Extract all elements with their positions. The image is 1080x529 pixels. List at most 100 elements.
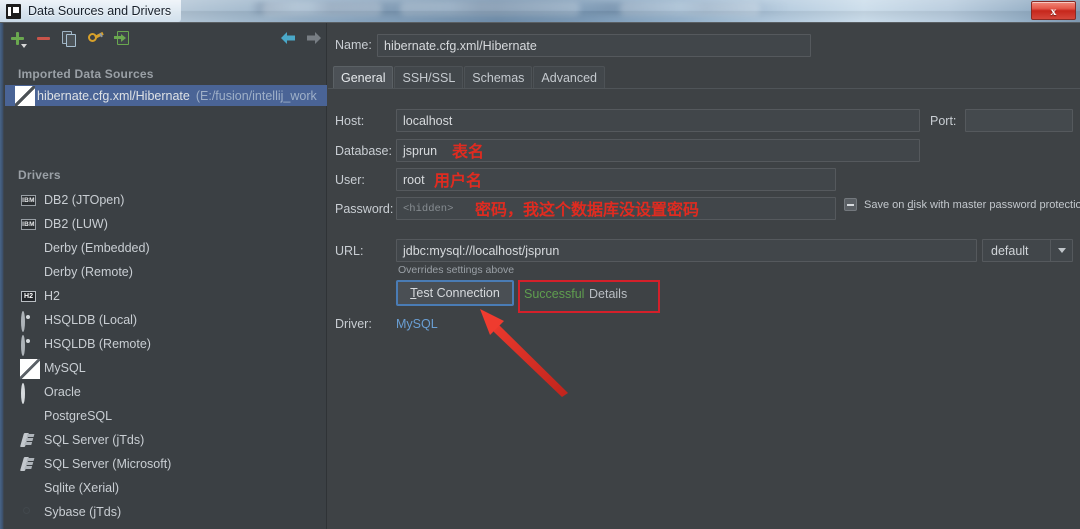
save-on-disk-checkbox-row[interactable]: Save on disk with master password protec… <box>844 198 1080 211</box>
wrench-key-icon <box>87 31 104 45</box>
sybase-icon <box>21 505 36 520</box>
plus-icon <box>10 31 27 48</box>
driver-label: Derby (Remote) <box>44 265 133 279</box>
port-label: Port: <box>930 114 957 128</box>
driver-row-sybase-jtds[interactable]: Sybase (jTds) <box>5 500 327 524</box>
data-sources-and-drivers-window: Data Sources and Drivers x Imported Data… <box>0 0 1080 529</box>
driver-row-sqlserver-jtds[interactable]: SQL Server (jTds) <box>5 428 327 452</box>
password-placeholder: <hidden> <box>403 202 454 215</box>
add-data-source-button[interactable] <box>4 26 30 50</box>
password-label: Password: <box>335 202 394 216</box>
name-input[interactable]: hibernate.cfg.xml/Hibernate <box>377 34 811 57</box>
driver-row-db2-luw[interactable]: IBM DB2 (LUW) <box>5 212 327 236</box>
driver-properties-button[interactable] <box>82 26 108 50</box>
postgresql-icon <box>21 409 36 424</box>
tab-schemas[interactable]: Schemas <box>464 66 533 88</box>
window-titlebar: Data Sources and Drivers x <box>0 0 1080 22</box>
duplicate-data-source-button[interactable] <box>56 26 82 50</box>
mysql-icon <box>21 359 36 379</box>
hsqldb-icon <box>21 334 36 356</box>
driver-label: DB2 (LUW) <box>44 217 108 231</box>
sidebar-toolbar <box>4 25 327 51</box>
test-connection-details-link[interactable]: Details <box>589 287 627 301</box>
driver-label: H2 <box>44 289 60 303</box>
driver-label: HSQLDB (Remote) <box>44 337 151 351</box>
host-input[interactable]: localhost <box>396 109 920 132</box>
drivers-section-label: Drivers <box>18 168 61 182</box>
url-input[interactable]: jdbc:mysql://localhost/jsprun <box>396 239 977 262</box>
window-title-chip: Data Sources and Drivers <box>0 0 182 22</box>
driver-label: DB2 (JTOpen) <box>44 193 125 207</box>
driver-label: Oracle <box>44 385 81 399</box>
test-connection-status: Successful <box>524 287 585 301</box>
database-label: Database: <box>335 144 392 158</box>
driver-row-postgresql[interactable]: PostgreSQL <box>5 404 327 428</box>
url-preset-dropdown-button[interactable] <box>1051 240 1072 261</box>
tab-label: Advanced <box>541 70 598 85</box>
test-connection-label-rest: est Connection <box>416 286 500 300</box>
settings-panel: Name: hibernate.cfg.xml/Hibernate Genera… <box>328 23 1080 529</box>
save-on-disk-label: Save on disk with master password protec… <box>864 199 1080 211</box>
driver-label: Driver: <box>335 317 372 331</box>
password-input[interactable]: <hidden> <box>396 197 836 220</box>
tab-advanced[interactable]: Advanced <box>533 66 606 88</box>
database-input[interactable]: jsprun <box>396 139 920 162</box>
user-input-value: root <box>403 172 425 187</box>
driver-row-hsqldb-local[interactable]: HSQLDB (Local) <box>5 308 327 332</box>
dialog-body: Imported Data Sources hibernate.cfg.xml/… <box>0 22 1080 529</box>
mysql-data-source-icon <box>16 87 31 106</box>
database-input-value: jsprun <box>403 143 438 158</box>
close-button[interactable]: x <box>1031 1 1076 20</box>
name-label: Name: <box>335 38 372 52</box>
derby-icon <box>21 265 36 280</box>
data-source-row-hibernate[interactable]: hibernate.cfg.xml/Hibernate (E:/fusion/i… <box>5 85 327 106</box>
driver-row-h2[interactable]: H2 H2 <box>5 284 327 308</box>
import-arrow-icon <box>113 31 129 45</box>
driver-row-sybase-native[interactable]: Sybase (Native) <box>5 524 327 529</box>
settings-tabs: General SSH/SSL Schemas Advanced <box>333 66 606 88</box>
url-input-value: jdbc:mysql://localhost/jsprun <box>403 243 560 258</box>
driver-row-sqlserver-microsoft[interactable]: SQL Server (Microsoft) <box>5 452 327 476</box>
driver-label: Sqlite (Xerial) <box>44 481 120 495</box>
url-label: URL: <box>335 244 364 258</box>
driver-value-link[interactable]: MySQL <box>396 317 438 331</box>
save-label-pre: Save on <box>864 198 908 211</box>
test-connection-label: Test Connection <box>410 286 500 300</box>
tab-label: SSH/SSL <box>402 70 456 85</box>
sidebar-left-edge <box>0 23 4 529</box>
tab-ssh-ssl[interactable]: SSH/SSL <box>394 66 464 88</box>
driver-row-db2-jtopen[interactable]: IBM DB2 (JTOpen) <box>5 188 327 212</box>
user-input[interactable]: root <box>396 168 836 191</box>
overrides-note: Overrides settings above <box>398 264 515 276</box>
driver-row-derby-embedded[interactable]: Derby (Embedded) <box>5 236 327 260</box>
driver-label: SQL Server (Microsoft) <box>44 457 172 471</box>
port-input[interactable] <box>965 109 1073 132</box>
url-preset-dropdown[interactable]: default <box>982 239 1073 262</box>
oracle-icon <box>21 382 36 404</box>
close-icon: x <box>1050 3 1057 18</box>
tab-separator <box>328 88 1080 89</box>
url-preset-value: default <box>991 243 1029 258</box>
navigate-back-button[interactable] <box>275 26 301 50</box>
imported-data-sources-section-label: Imported Data Sources <box>18 67 154 81</box>
save-on-disk-checkbox[interactable] <box>844 198 857 211</box>
data-source-path: (E:/fusion/intellij_work <box>195 88 317 103</box>
minus-icon <box>36 36 50 40</box>
sidebar: Imported Data Sources hibernate.cfg.xml/… <box>0 23 327 529</box>
arrow-left-icon <box>281 32 295 44</box>
driver-row-sqlite-xerial[interactable]: Sqlite (Xerial) <box>5 476 327 500</box>
chevron-down-icon <box>1057 248 1066 253</box>
derby-icon <box>21 241 36 256</box>
driver-row-mysql[interactable]: MySQL <box>5 356 327 380</box>
driver-row-derby-remote[interactable]: Derby (Remote) <box>5 260 327 284</box>
remove-data-source-button[interactable] <box>30 26 56 50</box>
driver-label: MySQL <box>44 361 86 375</box>
tab-general[interactable]: General <box>333 66 394 88</box>
import-data-source-button[interactable] <box>108 26 134 50</box>
navigate-forward-button[interactable] <box>301 26 327 50</box>
driver-row-oracle[interactable]: Oracle <box>5 380 327 404</box>
driver-row-hsqldb-remote[interactable]: HSQLDB (Remote) <box>5 332 327 356</box>
driver-label: Sybase (jTds) <box>44 505 122 519</box>
test-connection-button[interactable]: Test Connection <box>396 280 514 306</box>
tab-label: Schemas <box>472 70 525 85</box>
